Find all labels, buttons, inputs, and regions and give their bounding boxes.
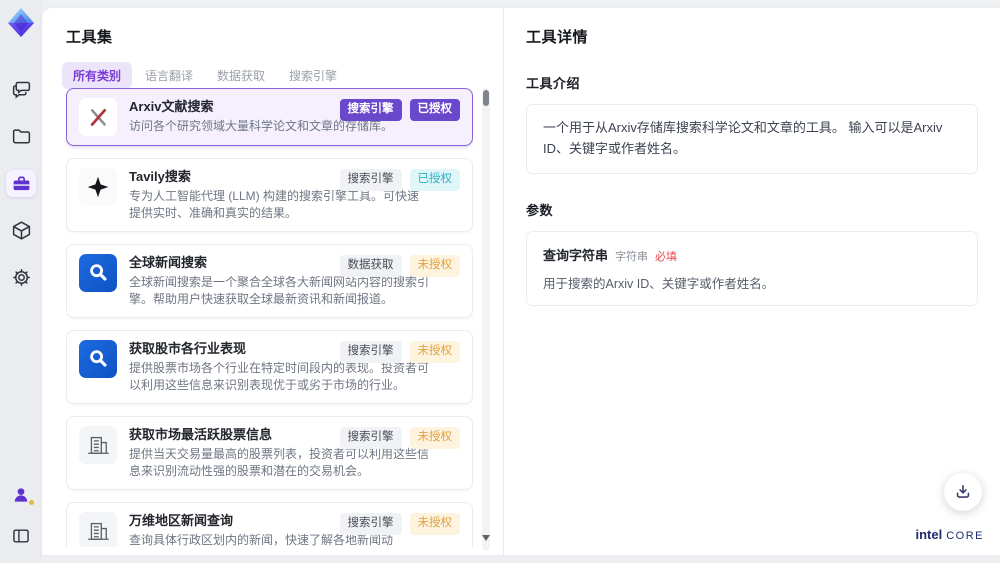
download-button[interactable]	[944, 473, 982, 511]
tab-3[interactable]: 搜索引擎	[278, 62, 348, 89]
notification-dot	[29, 500, 34, 505]
blue-search-icon	[79, 340, 117, 378]
chat-icon[interactable]	[6, 76, 36, 103]
tab-2[interactable]: 数据获取	[206, 62, 276, 89]
param-box: 查询字符串 字符串 必填 用于搜索的Arxiv ID、关键字或作者姓名。	[526, 230, 978, 306]
blue-search-icon	[79, 254, 117, 292]
tool-category-tag: 数据获取	[339, 255, 402, 277]
tool-card[interactable]: 万维地区新闻查询 查询具体行政区划内的新闻，快速了解各地新闻动 搜索引擎 未授权	[66, 502, 473, 547]
detail-title: 工具详情	[526, 29, 589, 46]
toolbox-icon[interactable]	[6, 170, 36, 197]
building-news-icon	[79, 426, 117, 464]
tool-auth-badge: 已授权	[409, 169, 460, 191]
tool-category-tag: 搜索引擎	[339, 513, 402, 535]
tool-list: Arxiv文献搜索 访问各个研究领域大量科学论文和文章的存储库。 搜索引擎 已授…	[66, 88, 473, 547]
tab-1[interactable]: 语言翻译	[134, 62, 204, 89]
intro-box: 一个用于从Arxiv存储库搜索科学论文和文章的工具。 输入可以是Arxiv ID…	[526, 104, 978, 174]
rail-bottom	[6, 481, 36, 549]
tool-card[interactable]: Arxiv文献搜索 访问各个研究领域大量科学论文和文章的存储库。 搜索引擎 已授…	[66, 88, 473, 146]
param-type: 字符串	[615, 250, 649, 263]
panel-toggle-icon[interactable]	[6, 522, 36, 549]
tool-description: 专为人工智能代理 (LLM) 构建的搜索引擎工具。可快速提供实时、准确和真实的结…	[129, 189, 420, 220]
settings-icon[interactable]	[6, 264, 36, 291]
tool-auth-badge: 未授权	[409, 341, 460, 363]
tab-0[interactable]: 所有类别	[62, 62, 133, 89]
intel-core-badge: intel core	[915, 527, 984, 542]
main-panel: 工具集 所有类别 语言翻译 数据获取 搜索引擎 Arxiv文献搜索 访问各个研究领域大…	[42, 8, 1000, 555]
tool-category-tag: 搜索引擎	[339, 427, 402, 449]
scrollbar-thumb[interactable]	[483, 90, 489, 106]
scrollbar-track[interactable]	[482, 88, 490, 551]
arxiv-icon	[79, 98, 117, 136]
download-icon	[956, 484, 970, 498]
building-news-icon	[79, 512, 117, 547]
tool-description: 访问各个研究领域大量科学论文和文章的存储库。	[129, 119, 394, 133]
sparkle-icon	[79, 168, 117, 206]
intro-heading: 工具介绍	[526, 76, 581, 91]
tool-description: 提供股票市场各个行业在特定时间段内的表现。投资者可以利用这些信息来识别表现优于或…	[129, 361, 430, 392]
tool-auth-badge: 未授权	[409, 255, 460, 277]
app-logo-icon[interactable]	[4, 6, 38, 40]
tool-description: 提供当天交易量最高的股票列表，投资者可以利用这些信息来识别流动性强的股票和潜在的…	[129, 447, 430, 478]
param-required-badge: 必填	[655, 250, 678, 263]
intel-brand-text: intel	[915, 527, 943, 542]
rail-nav	[6, 76, 36, 291]
tool-auth-badge: 已授权	[409, 99, 460, 121]
toolset-panel: 工具集 所有类别 语言翻译 数据获取 搜索引擎 Arxiv文献搜索 访问各个研究领域大…	[42, 8, 503, 555]
intro-text: 一个用于从Arxiv存储库搜索科学论文和文章的工具。 输入可以是Arxiv ID…	[543, 120, 943, 156]
tool-auth-badge: 未授权	[409, 513, 460, 535]
tool-card[interactable]: Tavily搜索 专为人工智能代理 (LLM) 构建的搜索引擎工具。可快速提供实…	[66, 158, 473, 232]
tool-category-tag: 搜索引擎	[339, 169, 402, 191]
toolset-title: 工具集	[66, 29, 113, 46]
core-brand-text: core	[946, 530, 984, 542]
param-description: 用于搜索的Arxiv ID、关键字或作者姓名。	[543, 276, 775, 291]
folder-icon[interactable]	[6, 123, 36, 150]
tool-card[interactable]: 全球新闻搜索 全球新闻搜索是一个聚合全球各大新闻网站内容的搜索引擎。帮助用户快速…	[66, 244, 473, 318]
left-rail	[0, 0, 42, 563]
tool-auth-badge: 未授权	[409, 427, 460, 449]
params-heading: 参数	[526, 202, 554, 218]
category-tabs: 所有类别 语言翻译 数据获取 搜索引擎	[62, 62, 503, 89]
param-name: 查询字符串	[543, 247, 609, 263]
user-icon[interactable]	[6, 481, 36, 508]
tool-category-tag: 搜索引擎	[339, 341, 402, 363]
tool-description: 全球新闻搜索是一个聚合全球各大新闻网站内容的搜索引擎。帮助用户快速获取全球最新资…	[129, 275, 430, 306]
tool-card[interactable]: 获取市场最活跃股票信息 提供当天交易量最高的股票列表，投资者可以利用这些信息来识…	[66, 416, 473, 490]
tool-card[interactable]: 获取股市各行业表现 提供股票市场各个行业在特定时间段内的表现。投资者可以利用这些…	[66, 330, 473, 404]
package-icon[interactable]	[6, 217, 36, 244]
tool-category-tag: 搜索引擎	[339, 99, 402, 121]
tool-detail-panel: 工具详情 工具介绍 一个用于从Arxiv存储库搜索科学论文和文章的工具。 输入可…	[503, 8, 1000, 555]
scrollbar-down-arrow[interactable]	[482, 535, 490, 541]
